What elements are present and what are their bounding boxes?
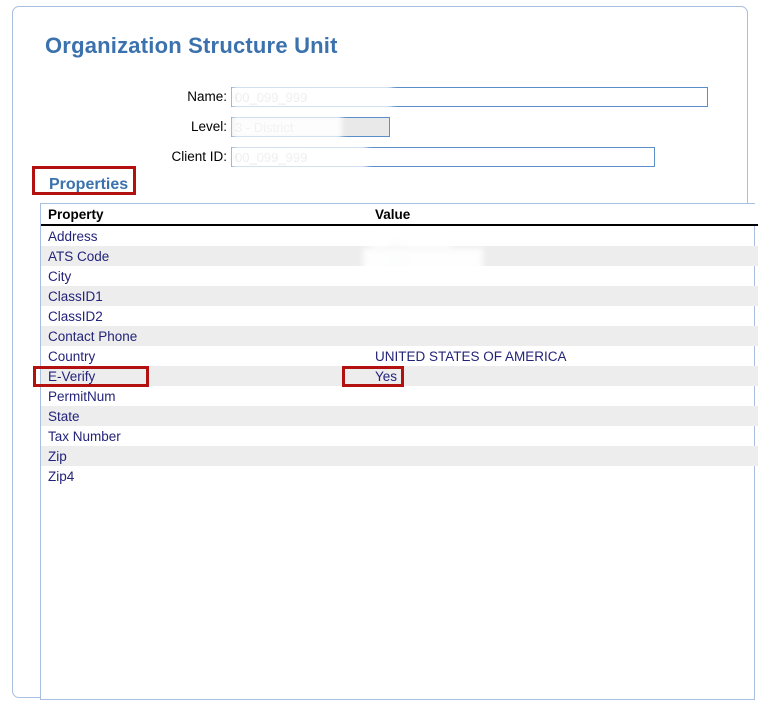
property-value-cell [368,426,758,446]
property-value-cell: Yes [368,366,758,386]
property-name-cell: Country [48,348,96,364]
property-value-cell [368,326,758,346]
property-name-cell: PermitNum [48,388,116,404]
level-label-wrap: Level: [83,117,227,137]
table-row[interactable]: Zip4 [41,466,758,486]
property-name-cell: ClassID2 [48,308,103,324]
property-name-cell: City [48,268,72,284]
property-name-cell: ATS Code [41,246,368,266]
table-row[interactable]: ATS Code [41,246,758,266]
table-row[interactable]: ClassID2 [41,306,758,326]
property-value-cell [368,246,758,266]
page-title: Organization Structure Unit [45,33,338,58]
name-label-wrap: Name: [83,87,227,107]
client-id-input[interactable] [231,147,655,167]
table-row[interactable]: Tax Number [41,426,758,446]
property-name-cell: Zip4 [48,468,75,484]
name-label: Name: [187,89,227,104]
form-row-name: Name: 00_099_999 [13,85,758,109]
property-value-cell: UNITED STATES OF AMERICA [375,348,567,364]
property-name-cell: E-Verify [41,366,368,386]
property-name-cell: ClassID1 [41,286,368,306]
client-id-label-wrap: Client ID: [83,147,227,167]
property-value-cell [368,406,758,426]
form-row-level: Level: 3 - District [13,115,758,139]
property-name-cell: Zip [41,446,368,466]
property-name-cell: Contact Phone [41,326,368,346]
property-value-cell [368,386,758,406]
table-row[interactable]: City [41,266,758,286]
level-label: Level: [190,119,227,134]
table-row[interactable]: Zip [41,446,758,466]
name-input[interactable] [231,87,708,107]
property-value-cell [368,266,758,286]
property-value-cell [368,286,758,306]
table-header-row: Property Value [41,204,758,226]
form-row-client-id: Client ID: 00_099_999 [13,145,758,169]
level-input[interactable] [231,117,390,137]
property-name-cell: State [41,406,368,426]
tab-properties[interactable]: Properties [49,176,128,194]
table-row[interactable]: Contact Phone [41,326,758,346]
properties-table-panel: Property Value Address ATS Code City ClassI… [40,203,758,700]
table-row[interactable]: E-Verify Yes [41,366,758,386]
column-header-value[interactable]: Value [368,204,758,226]
column-header-property[interactable]: Property [41,204,368,226]
content-panel: Organization Structure Unit Name: 00_099… [12,6,758,700]
property-value-cell [368,446,758,466]
property-value-cell [368,466,758,486]
table-row[interactable]: State [41,406,758,426]
table-row[interactable]: Country UNITED STATES OF AMERICA [41,346,758,366]
table-row[interactable]: PermitNum [41,386,758,406]
property-name-cell: Tax Number [48,428,121,444]
property-value-cell [368,306,758,326]
property-value-cell [368,225,758,246]
table-row[interactable]: ClassID1 [41,286,758,306]
property-name-cell: Address [48,228,98,244]
properties-table: Property Value Address ATS Code City ClassI… [41,204,758,486]
table-row[interactable]: Address [41,225,758,246]
client-id-label: Client ID: [171,149,227,164]
properties-table-body: Address ATS Code City ClassID1 ClassID2 Conta… [41,225,758,486]
properties-table-head: Property Value [41,204,758,226]
